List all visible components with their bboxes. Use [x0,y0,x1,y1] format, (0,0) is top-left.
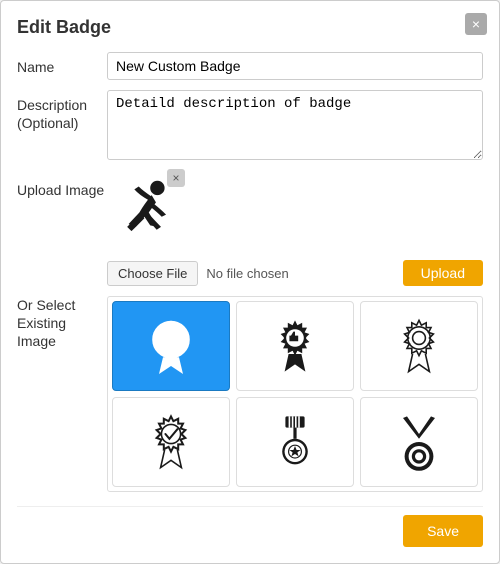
badge-item-2[interactable] [236,301,354,391]
dialog-title: Edit Badge [17,17,483,38]
upload-area: × Choose File [107,175,483,286]
name-label: Name [17,52,107,76]
close-button[interactable]: × [465,13,487,35]
badge-icon-6 [387,410,451,474]
badge-icon-4 [139,410,203,474]
remove-image-button[interactable]: × [167,169,185,187]
badge-grid-wrapper[interactable] [107,296,483,492]
badge-icon-1 [139,314,203,378]
description-row: Description (Optional) Detaild descripti… [17,90,483,165]
select-existing-label: Or Select Existing Image [17,296,107,351]
dialog-footer: Save [17,506,483,547]
badge-item-1[interactable] [112,301,230,391]
file-input-row: Choose File No file chosen Upload [107,260,483,286]
select-existing-row: Or Select Existing Image [17,296,483,492]
upload-label: Upload Image [17,175,107,199]
badge-icon-5 [263,410,327,474]
name-field-wrapper [107,52,483,80]
badge-item-5[interactable] [236,397,354,487]
badge-icon-3 [387,314,451,378]
choose-file-button[interactable]: Choose File [107,261,198,286]
badge-icon-2 [263,314,327,378]
no-file-text: No file chosen [206,266,288,281]
description-field-wrapper: Detaild description of badge [107,90,483,165]
name-input[interactable] [107,52,483,80]
image-preview-area: × [107,175,179,252]
badge-grid [112,301,478,487]
description-textarea[interactable]: Detaild description of badge [107,90,483,160]
upload-button[interactable]: Upload [403,260,483,286]
badge-item-3[interactable] [360,301,478,391]
name-row: Name [17,52,483,80]
badge-item-6[interactable] [360,397,478,487]
badge-item-4[interactable] [112,397,230,487]
upload-row: Upload Image × [17,175,483,286]
save-button[interactable]: Save [403,515,483,547]
description-label: Description (Optional) [17,90,107,132]
edit-badge-dialog: Edit Badge × Name Description (Optional)… [0,0,500,564]
